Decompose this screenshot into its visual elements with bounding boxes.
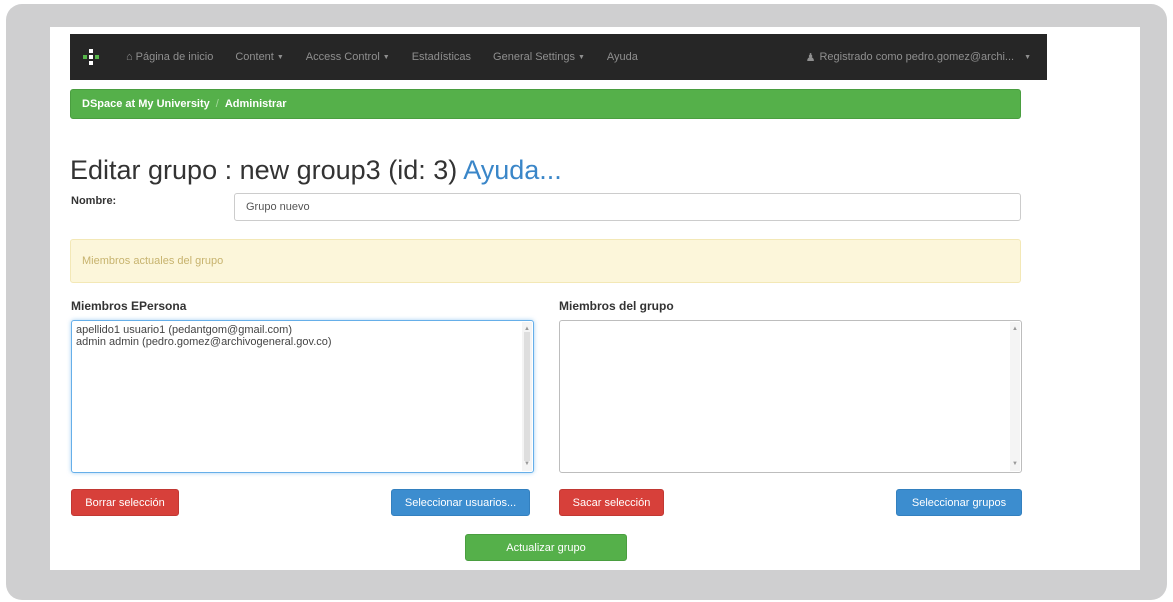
update-group-button[interactable]: Actualizar grupo [465, 534, 627, 561]
epersons-listbox[interactable]: apellido1 usuario1 (pedantgom@gmail.com)… [71, 320, 534, 473]
home-icon: ⌂ [126, 51, 133, 63]
nav-help[interactable]: Ayuda [607, 51, 638, 63]
nav-home[interactable]: ⌂ Página de inicio [126, 51, 213, 63]
select-groups-button[interactable]: Seleccionar grupos [896, 489, 1022, 516]
nav-general-settings-label: General Settings [493, 51, 575, 63]
list-item[interactable]: apellido1 usuario1 (pedantgom@gmail.com) [76, 324, 529, 336]
nav-general-settings-dropdown[interactable]: General Settings ▼ [493, 51, 585, 63]
list-item[interactable]: admin admin (pedro.gomez@archivogeneral.… [76, 336, 529, 348]
select-users-button[interactable]: Seleccionar usuarios... [391, 489, 530, 516]
logo-icon [83, 49, 99, 65]
breadcrumb-site-link[interactable]: DSpace at My University [82, 98, 210, 110]
help-link[interactable]: Ayuda... [463, 155, 562, 185]
clear-selection-button[interactable]: Borrar selección [71, 489, 179, 516]
nav-home-label: Página de inicio [135, 51, 214, 63]
caret-down-icon: ▼ [382, 53, 390, 61]
scroll-up-icon[interactable]: ▲ [1012, 323, 1018, 335]
nav-user-label: Registrado como pedro.gomez@archi... [819, 51, 1015, 63]
scrollbar[interactable]: ▲ ▼ [522, 322, 532, 471]
group-name-input[interactable] [234, 193, 1021, 221]
browser-viewport: ⌂ Página de inicio Content ▼ Access Cont… [50, 27, 1140, 570]
nav-user-dropdown[interactable]: ♟ Registrado como pedro.gomez@archi... ▼ [806, 51, 1031, 64]
group-members-listbox[interactable]: ▲ ▼ [559, 320, 1022, 473]
epersons-label: Miembros EPersona [71, 299, 187, 313]
notice-text: Miembros actuales del grupo [82, 255, 224, 267]
scroll-thumb[interactable] [524, 332, 530, 461]
breadcrumb-separator: / [215, 98, 219, 110]
breadcrumb: DSpace at My University / Administrar [70, 89, 1021, 119]
caret-down-icon: ▼ [1024, 53, 1031, 61]
page-title-text: Editar grupo : new group3 (id: 3) [70, 155, 458, 185]
caret-down-icon: ▼ [577, 53, 585, 61]
current-members-notice: Miembros actuales del grupo [70, 239, 1021, 283]
scroll-down-icon[interactable]: ▼ [524, 458, 530, 470]
user-icon: ♟ [805, 51, 816, 64]
breadcrumb-current: Administrar [224, 98, 287, 110]
nav-statistics[interactable]: Estadísticas [412, 51, 471, 63]
scrollbar[interactable]: ▲ ▼ [1010, 322, 1020, 471]
group-members-label: Miembros del grupo [559, 299, 674, 313]
name-label: Nombre: [71, 195, 117, 207]
dspace-logo[interactable] [74, 34, 108, 80]
remove-selection-button[interactable]: Sacar selección [559, 489, 664, 516]
nav-content-dropdown[interactable]: Content ▼ [235, 51, 283, 63]
top-navbar: ⌂ Página de inicio Content ▼ Access Cont… [70, 34, 1047, 80]
nav-help-label: Ayuda [606, 51, 638, 63]
device-frame: ⌂ Página de inicio Content ▼ Access Cont… [6, 4, 1167, 600]
nav-statistics-label: Estadísticas [411, 51, 472, 63]
nav-content-label: Content [235, 51, 274, 63]
scroll-down-icon[interactable]: ▼ [1012, 458, 1018, 470]
caret-down-icon: ▼ [276, 53, 284, 61]
nav-access-control-label: Access Control [305, 51, 380, 63]
page-title: Editar grupo : new group3 (id: 3) Ayuda.… [70, 155, 562, 186]
nav-access-control-dropdown[interactable]: Access Control ▼ [306, 51, 390, 63]
